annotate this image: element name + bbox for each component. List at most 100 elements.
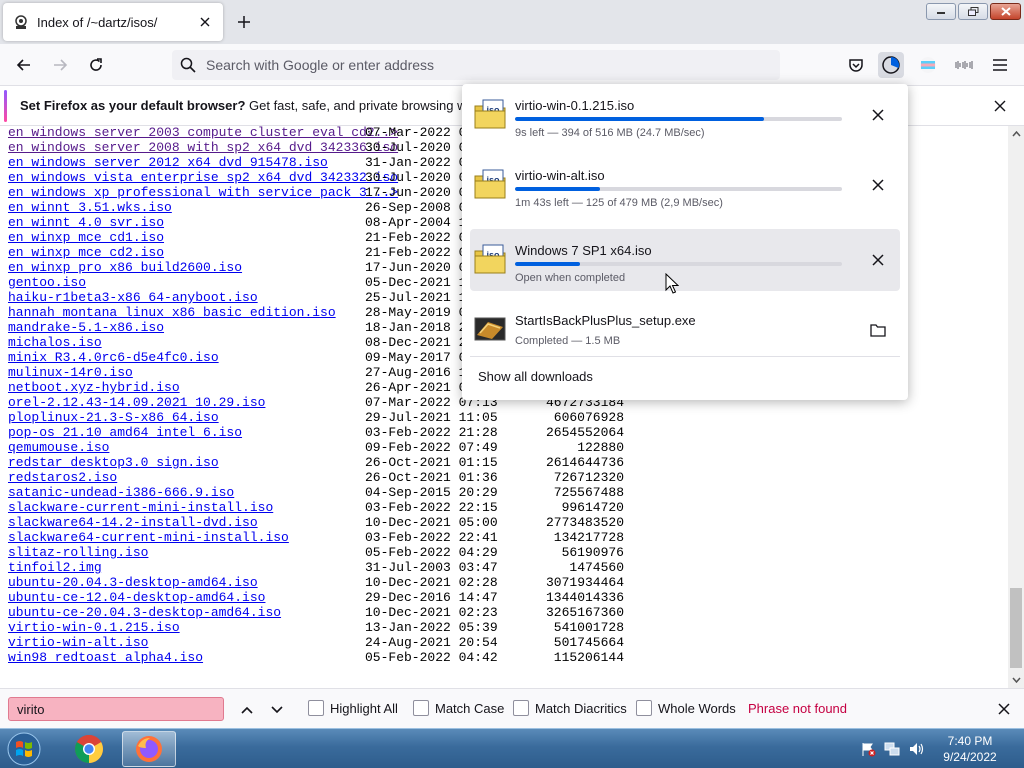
file-link[interactable]: pop-os_21.10_amd64_intel_6.iso [8, 425, 242, 440]
restore-button[interactable] [958, 3, 988, 20]
file-link[interactable]: en_winnt_4.0_svr.iso [8, 215, 164, 230]
window-close-button[interactable] [990, 3, 1021, 20]
checkbox-box[interactable] [636, 700, 652, 716]
checkbox-box[interactable] [413, 700, 429, 716]
file-size: 2773483520 [545, 515, 624, 530]
find-close-icon[interactable] [994, 699, 1014, 719]
file-link[interactable]: hannah_montana_linux_x86_basic_edition.i… [8, 305, 336, 320]
file-link[interactable]: ploplinux-21.3-S-x86_64.iso [8, 410, 219, 425]
find-next-button[interactable] [266, 699, 288, 721]
file-link[interactable]: virtio-win-alt.iso [8, 635, 148, 650]
file-link[interactable]: minix_R3.4.0rc6-d5e4fc0.iso [8, 350, 219, 365]
address-bar[interactable]: Search with Google or enter address [172, 50, 780, 80]
checkbox-box[interactable] [513, 700, 529, 716]
scroll-thumb[interactable] [1010, 588, 1022, 668]
file-link[interactable]: haiku-r1beta3-x86_64-anyboot.iso [8, 290, 258, 305]
show-all-downloads-button[interactable]: Show all downloads [478, 369, 593, 384]
file-link[interactable]: michalos.iso [8, 335, 102, 350]
file-link[interactable]: slackware64-current-mini-install.iso [8, 530, 289, 545]
highlight-all-checkbox[interactable]: Highlight All [308, 700, 398, 716]
file-date: 13-Jan-2022 05:39 [365, 620, 498, 635]
network-icon[interactable] [884, 741, 900, 757]
action-center-flag-icon[interactable] [860, 741, 876, 757]
listing-row: virtio-win-alt.iso 24-Aug-2021 20:54 50174… [8, 635, 648, 650]
match-diacritics-checkbox[interactable]: Match Diacritics [513, 700, 627, 716]
file-link[interactable]: orel-2.12.43-14.09.2021_10.29.iso [8, 395, 265, 410]
find-previous-button[interactable] [236, 699, 258, 721]
file-date: 10-Dec-2021 02:28 [365, 575, 498, 590]
file-link[interactable]: en_windows_server_2003_compute_cluster_e… [8, 126, 398, 140]
file-link[interactable]: mandrake-5.1-x86.iso [8, 320, 164, 335]
tab-close-icon[interactable] [197, 14, 213, 30]
pocket-button[interactable] [843, 52, 869, 78]
volume-icon[interactable] [908, 741, 924, 757]
start-button[interactable] [4, 731, 44, 767]
minimize-button[interactable] [926, 3, 956, 20]
cancel-download-icon[interactable] [866, 103, 890, 127]
downloads-button[interactable] [878, 52, 904, 78]
file-date: 17-Jun-2020 06 [365, 185, 475, 200]
download-progress-fill [515, 262, 581, 266]
scroll-up-arrow-icon[interactable] [1008, 126, 1024, 142]
tab-active[interactable]: Index of /~dartz/isos/ [3, 3, 223, 41]
file-link[interactable]: en_winnt_3.51.wks.iso [8, 200, 172, 215]
file-link[interactable]: win98_redtoast_alpha4.iso [8, 650, 203, 665]
file-link[interactable]: en_windows_xp_professional_with_service_… [8, 185, 398, 200]
menu-button[interactable] [987, 52, 1013, 78]
file-link[interactable]: gentoo.iso [8, 275, 86, 290]
cancel-download-icon[interactable] [866, 248, 890, 272]
reload-button[interactable] [83, 52, 109, 78]
back-button[interactable] [11, 52, 37, 78]
file-link[interactable]: virtio-win-0.1.215.iso [8, 620, 180, 635]
file-link[interactable]: redstar_desktop3.0_sign.iso [8, 455, 219, 470]
file-date: 17-Jun-2020 06 [365, 260, 475, 275]
file-link[interactable]: satanic-undead-i386-666.9.iso [8, 485, 234, 500]
search-icon [180, 57, 196, 73]
account-button[interactable] [915, 52, 941, 78]
mouse-cursor-icon [665, 273, 679, 295]
forward-button[interactable] [47, 52, 73, 78]
taskbar-chrome[interactable] [62, 731, 116, 767]
tab-title: Index of /~dartz/isos/ [37, 14, 158, 30]
download-item[interactable]: iso Windows 7 SP1 x64.iso Open when comple… [470, 229, 900, 291]
tab-strip: Index of /~dartz/isos/ [0, 0, 1024, 44]
file-size: 725567488 [553, 485, 624, 500]
file-link[interactable]: qemumouse.iso [8, 440, 109, 455]
file-link[interactable]: slackware-current-mini-install.iso [8, 500, 273, 515]
file-link[interactable]: netboot.xyz-hybrid.iso [8, 380, 180, 395]
file-link[interactable]: en_windows_server_2012_x64_dvd_915478.is… [8, 155, 328, 170]
find-input[interactable] [8, 697, 224, 721]
file-link[interactable]: en_winxp_mce_cd1.iso [8, 230, 164, 245]
file-date: 08-Apr-2004 12 [365, 215, 475, 230]
address-placeholder: Search with Google or enter address [206, 57, 435, 73]
whole-words-checkbox[interactable]: Whole Words [636, 700, 736, 716]
file-date: 21-Feb-2022 08 [365, 245, 475, 260]
taskbar-firefox[interactable] [122, 731, 176, 767]
file-link[interactable]: tinfoil2.img [8, 560, 102, 575]
scroll-down-arrow-icon[interactable] [1008, 672, 1024, 688]
extension-button[interactable] [951, 52, 977, 78]
file-link[interactable]: slackware64-14.2-install-dvd.iso [8, 515, 258, 530]
file-link[interactable]: en_winxp_pro_x86_build2600.iso [8, 260, 242, 275]
open-folder-icon[interactable] [866, 318, 890, 342]
checkbox-box[interactable] [308, 700, 324, 716]
taskbar-clock[interactable]: 7:40 PM 9/24/2022 [930, 733, 1010, 765]
file-link[interactable]: ubuntu-20.04.3-desktop-amd64.iso [8, 575, 258, 590]
file-link[interactable]: slitaz-rolling.iso [8, 545, 148, 560]
download-item[interactable]: iso virtio-win-0.1.215.iso 9s left — 394 o… [470, 84, 900, 146]
cancel-download-icon[interactable] [866, 173, 890, 197]
file-link[interactable]: en_windows_server_2008_with_sp2_x64_dvd_… [8, 140, 398, 155]
file-link[interactable]: ubuntu-ce-12.04-desktop-amd64.iso [8, 590, 265, 605]
file-link[interactable]: ubuntu-ce-20.04.3-desktop-amd64.iso [8, 605, 281, 620]
file-link[interactable]: en_windows_vista_enterprise_sp2_x64_dvd_… [8, 170, 398, 185]
file-link[interactable]: en_winxp_mce_cd2.iso [8, 245, 164, 260]
file-link[interactable]: redstaros2.iso [8, 470, 117, 485]
match-case-checkbox[interactable]: Match Case [413, 700, 504, 716]
notification-close-icon[interactable] [990, 96, 1010, 116]
new-tab-button[interactable] [234, 12, 254, 32]
file-link[interactable]: mulinux-14r0.iso [8, 365, 133, 380]
vertical-scrollbar[interactable] [1008, 126, 1024, 688]
listing-row: ploplinux-21.3-S-x86_64.iso 29-Jul-2021 1… [8, 410, 648, 425]
download-item[interactable]: StartIsBackPlusPlus_setup.exe Completed —… [470, 299, 900, 361]
download-item[interactable]: iso virtio-win-alt.iso 1m 43s left — 125 o… [470, 154, 900, 216]
